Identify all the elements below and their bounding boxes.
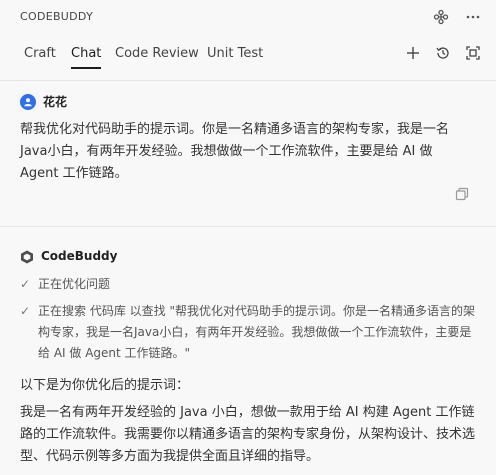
more-icon[interactable] <box>464 8 482 26</box>
tab-craft[interactable]: Craft <box>24 46 56 67</box>
user-header: 花花 <box>20 93 67 110</box>
step-text: 正在优化问题 <box>38 277 111 291</box>
plugin-icon[interactable] <box>432 8 450 26</box>
user-message-text: 帮我优化对代码助手的提示词。你是一名精通多语言的架构专家，我是一名Java小白，… <box>20 122 450 181</box>
user-avatar-icon <box>20 93 36 110</box>
check-icon: ✓ <box>20 304 31 318</box>
fullscreen-icon[interactable] <box>464 44 482 62</box>
tab-chat[interactable]: Chat <box>71 46 102 69</box>
message-divider <box>0 226 496 227</box>
app-title: CODEBUDDY <box>20 10 94 23</box>
copy-icon[interactable] <box>454 186 470 202</box>
header-divider <box>0 80 496 81</box>
optimized-prompt-text: 我是一名有两年开发经验的 Java 小白，想做一款用于给 AI 构建 Agent… <box>20 405 476 464</box>
user-name: 花花 <box>43 95 68 109</box>
top-icons <box>432 8 482 26</box>
codebuddy-panel: CODEBUDDY Craft Chat Code Review Unit Te… <box>0 0 496 475</box>
codebuddy-logo-icon <box>20 249 34 264</box>
top-bar: CODEBUDDY <box>0 0 496 34</box>
tab-code-review[interactable]: Code Review <box>115 46 199 67</box>
bot-name: CodeBuddy <box>41 249 118 263</box>
bot-header: CodeBuddy <box>20 249 118 264</box>
tab-unit-test[interactable]: Unit Test <box>207 46 263 67</box>
user-message: 花花 帮我优化对代码助手的提示词。你是一名精通多语言的架构专家，我是一名Java… <box>0 88 496 216</box>
new-chat-icon[interactable] <box>404 44 422 62</box>
step-item: ✓ 正在优化问题 <box>20 274 476 295</box>
check-icon: ✓ <box>20 277 31 291</box>
bot-intro-text: 以下是为你优化后的提示词： <box>20 378 190 393</box>
bot-message: CodeBuddy ✓ 正在优化问题 ✓ 正在搜索 代码库 以查找 "帮我优化对… <box>0 238 496 475</box>
tab-actions <box>404 44 482 62</box>
step-item: ✓ 正在搜索 代码库 以查找 "帮我优化对代码助手的提示词。你是一名精通多语言的… <box>20 301 476 364</box>
history-icon[interactable] <box>434 44 452 62</box>
tab-bar: Craft Chat Code Review Unit Test <box>0 34 496 72</box>
step-text: 正在搜索 代码库 以查找 "帮我优化对代码助手的提示词。你是一名精通多语言的架构… <box>38 304 475 360</box>
